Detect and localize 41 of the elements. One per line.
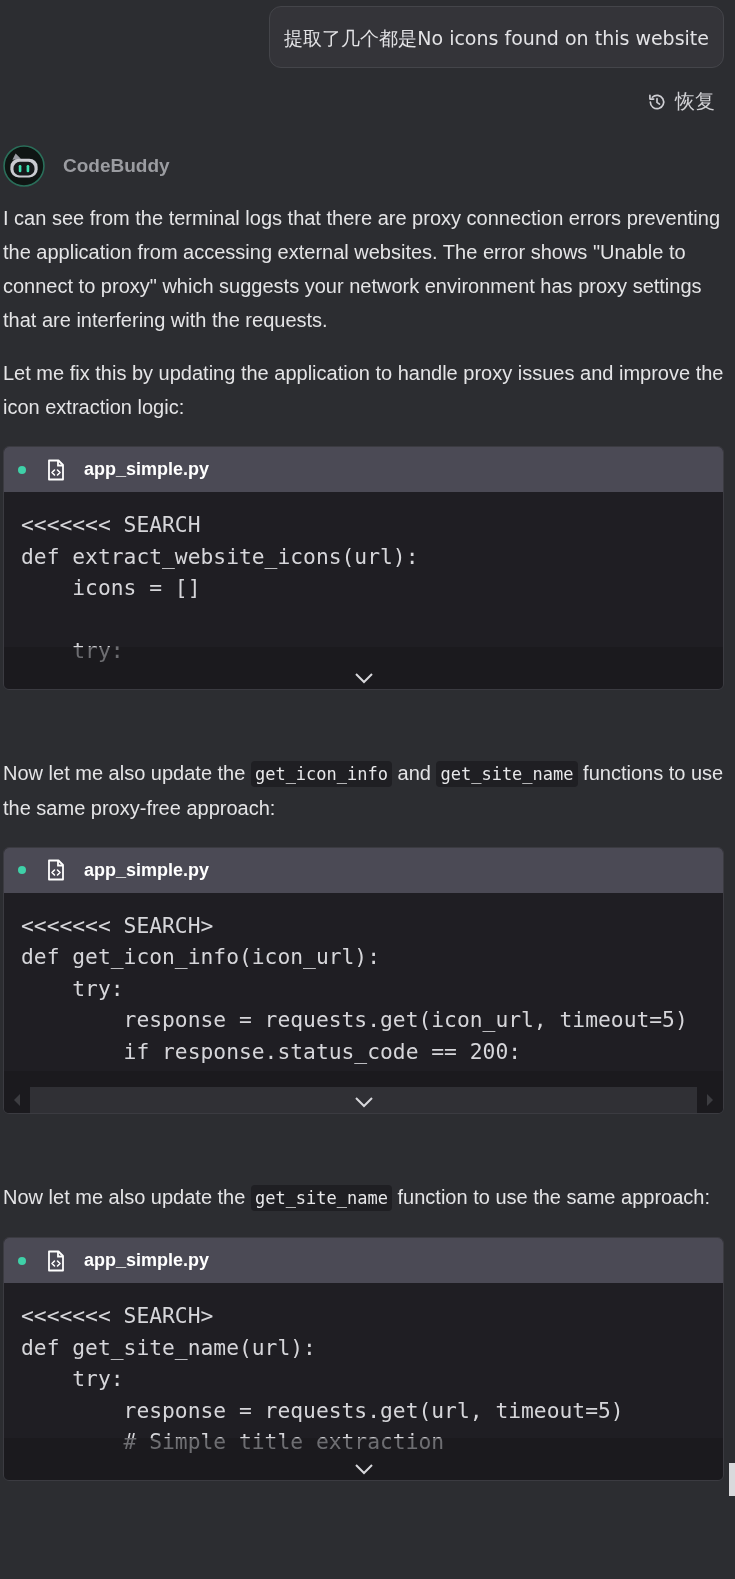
expand-button[interactable] — [353, 1462, 374, 1475]
message-paragraph: Now let me also update the get_site_name function to use the same approach: — [3, 1180, 724, 1215]
code-line: <<<<<<< SEARCH> — [21, 911, 214, 940]
code-line: # Simple title extraction — [122, 1428, 445, 1456]
message-paragraph: Now let me also update the get_icon_info and get_site_name functions to use the same proxy-free approach: — [3, 759, 724, 821]
assistant-name: CodeBuddy — [63, 155, 170, 177]
code-line: response = requests.get(url, timeout=5) — [122, 1396, 624, 1425]
file-name: app_simple.py — [84, 859, 210, 881]
code-line: if response.status_code == 200: — [122, 1037, 522, 1066]
code-line: def get_site_name(url): — [21, 1333, 316, 1362]
code-line: response = requests.get(icon_url, timeout=5) — [122, 1006, 688, 1034]
status-dot — [18, 1256, 26, 1265]
inline-code: get_site_name — [436, 760, 578, 787]
expand-button[interactable] — [353, 671, 374, 684]
message-paragraph: I can see from the terminal logs that there are proxy connection errors preventing the application from accessing external websites. The error shows "Unable to connect to proxy" which suggests your network environment has proxy settings that are interfering with the requests. — [3, 206, 722, 333]
restore-button[interactable]: 恢复 — [647, 88, 724, 115]
chevron-down-icon — [353, 1462, 374, 1475]
inline-code: get_site_name — [250, 1185, 392, 1211]
scroll-right-arrow[interactable] — [707, 1094, 713, 1106]
file-name: app_simple.py — [84, 1250, 210, 1271]
robot-avatar-icon — [3, 145, 45, 187]
code-line: try: — [71, 974, 124, 1003]
chevron-down-icon — [353, 1096, 374, 1108]
code-line: <<<<<<< SEARCH> — [21, 1302, 214, 1330]
message-paragraph: Let me fix this by updating the application to handle proxy issues and improve the icon extraction logic: — [3, 361, 724, 420]
code-line: try: — [71, 1365, 124, 1393]
status-dot — [18, 866, 26, 874]
expand-button[interactable] — [353, 1096, 374, 1108]
chevron-down-icon — [353, 671, 374, 684]
scroll-left-arrow[interactable] — [14, 1094, 20, 1106]
code-line: def extract_website_icons(url): — [21, 542, 419, 571]
code-line: try: — [71, 637, 124, 665]
code-line: <<<<<<< SEARCH — [21, 511, 201, 539]
scrollbar-thumb[interactable] — [30, 1087, 697, 1113]
file-name: app_simple.py — [84, 459, 210, 480]
inline-code: get_icon_info — [250, 760, 392, 787]
code-line: def get_icon_info(icon_url): — [21, 943, 380, 971]
status-dot — [18, 465, 26, 474]
code-line: icons = [] — [71, 574, 201, 602]
user-message: 提取了几个都是No icons found on this website — [269, 6, 724, 68]
scrollbar-thumb[interactable] — [729, 1463, 735, 1496]
